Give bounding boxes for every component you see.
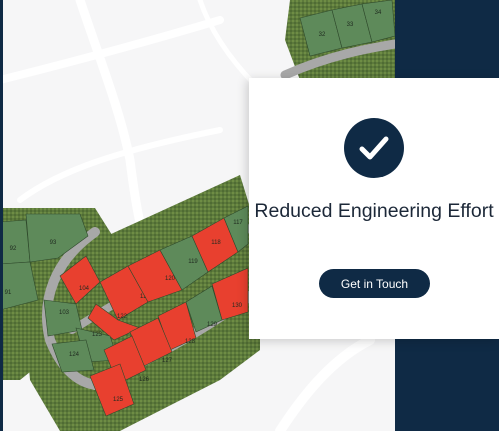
lot-label-33: 33 bbox=[347, 22, 354, 28]
lot-label-129: 129 bbox=[207, 322, 218, 328]
lot-label-127: 127 bbox=[162, 358, 173, 364]
lot-label-123: 123 bbox=[92, 332, 103, 338]
lot-label-128: 128 bbox=[185, 339, 196, 345]
lot-label-93: 93 bbox=[50, 240, 57, 246]
lot-label-125: 125 bbox=[113, 397, 124, 403]
lot-label-104: 104 bbox=[79, 286, 90, 292]
lot-103[interactable] bbox=[43, 299, 83, 337]
feature-card: Reduced Engineering Effort Get in Touch bbox=[249, 78, 499, 339]
lot-label-120: 120 bbox=[165, 276, 176, 282]
get-in-touch-button[interactable]: Get in Touch bbox=[319, 269, 430, 298]
lot-label-119: 119 bbox=[188, 259, 198, 265]
navy-panel-top bbox=[395, 0, 499, 78]
lot-label-92: 92 bbox=[10, 246, 17, 252]
lot-label-34: 34 bbox=[375, 10, 382, 16]
left-edge-bar bbox=[0, 0, 3, 431]
lot-label-91: 91 bbox=[5, 290, 12, 296]
checkmark-badge bbox=[344, 118, 404, 178]
lot-label-117: 117 bbox=[233, 220, 243, 226]
lot-label-130: 130 bbox=[232, 303, 243, 309]
site-plan-screen: 3233349293911041031211201191181171221231… bbox=[0, 0, 499, 431]
checkmark-icon bbox=[359, 136, 389, 160]
lot-label-122: 122 bbox=[117, 314, 128, 320]
lot-label-118: 118 bbox=[211, 240, 221, 246]
lot-92[interactable] bbox=[0, 219, 31, 265]
lot-label-103: 103 bbox=[59, 310, 70, 316]
lot-label-124: 124 bbox=[69, 352, 80, 358]
navy-panel-bottom bbox=[395, 339, 499, 431]
lot-label-32: 32 bbox=[319, 32, 326, 38]
lot-label-126: 126 bbox=[139, 377, 150, 383]
card-title: Reduced Engineering Effort bbox=[254, 200, 494, 222]
